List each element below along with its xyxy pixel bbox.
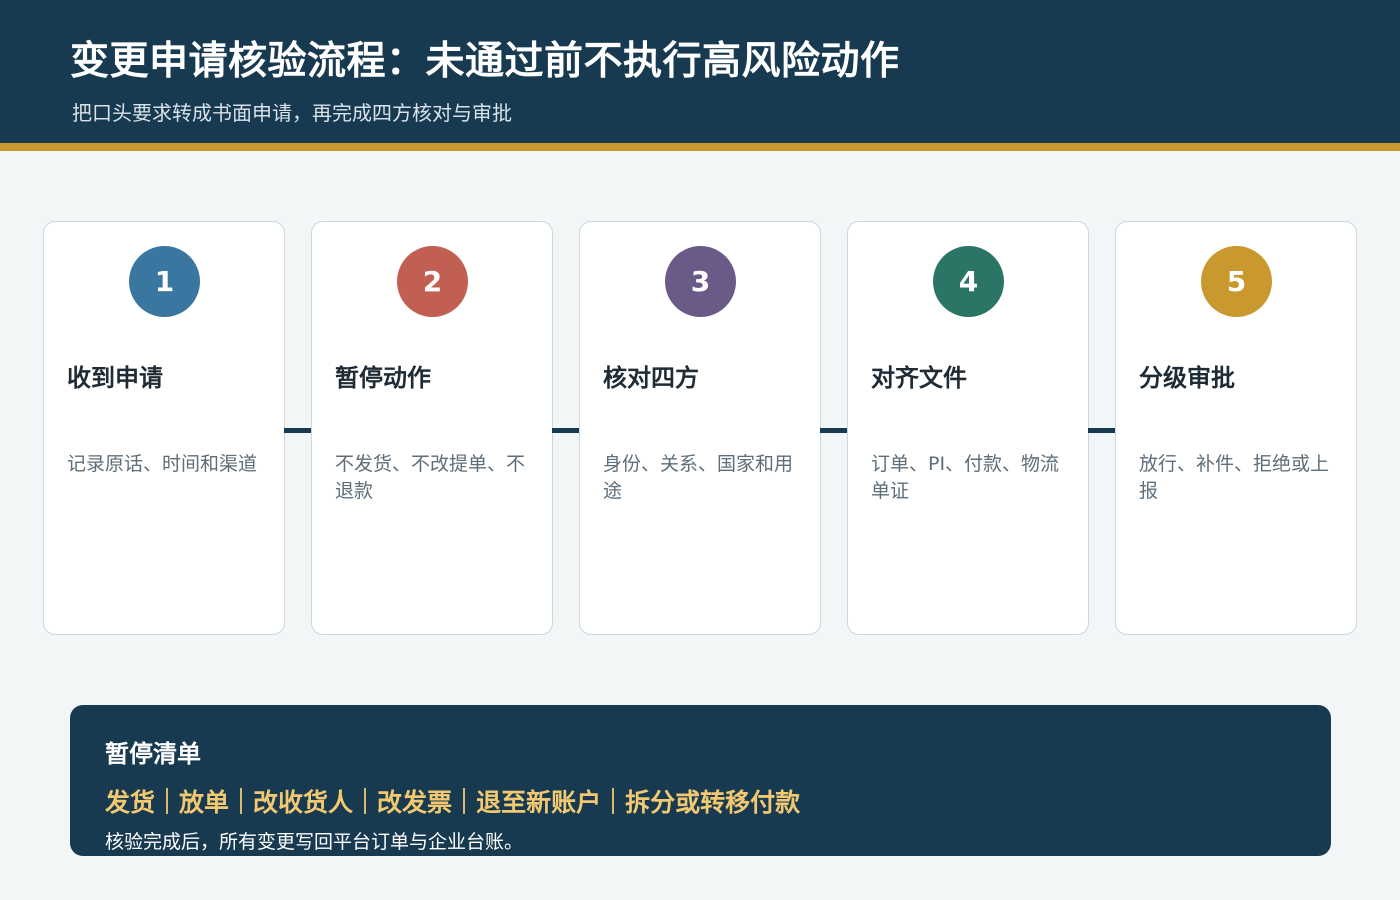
step-title: 暂停动作 <box>335 364 431 392</box>
pause-item-separator <box>364 788 367 814</box>
pause-item-separator <box>166 788 169 814</box>
header-accent-rule <box>0 143 1400 151</box>
step-card-4: 4 对齐文件 订单、PI、付款、物流单证 <box>847 221 1089 635</box>
step-title: 对齐文件 <box>871 364 967 392</box>
step-description: 记录原话、时间和渠道 <box>67 453 258 475</box>
pause-item-list: 发货 放单 改收货人 改发票 退至新账户 拆分或转移付款 <box>105 783 800 819</box>
pause-list-note: 核验完成后，所有变更写回平台订单与企业台账。 <box>105 831 524 853</box>
step-number-badge: 5 <box>1201 246 1272 317</box>
pause-item-separator <box>240 788 243 814</box>
pause-item-separator <box>463 788 466 814</box>
step-number-badge: 4 <box>933 246 1004 317</box>
step-card-1: 1 收到申请 记录原话、时间和渠道 <box>43 221 285 635</box>
step-number-badge: 2 <box>397 246 468 317</box>
pause-item: 改收货人 <box>253 788 354 817</box>
page-subtitle: 把口头要求转成书面申请，再完成四方核对与审批 <box>72 101 512 125</box>
step-connector <box>1088 428 1115 433</box>
step-card-3: 3 核对四方 身份、关系、国家和用途 <box>579 221 821 635</box>
step-number-badge: 1 <box>129 246 200 317</box>
pause-list-title: 暂停清单 <box>105 740 201 768</box>
step-title: 分级审批 <box>1139 364 1235 392</box>
pause-item: 改发票 <box>377 788 453 817</box>
pause-item-separator <box>612 788 615 814</box>
step-description: 放行、补件、拒绝或上报 <box>1139 453 1330 502</box>
step-title: 收到申请 <box>67 364 163 392</box>
step-number-badge: 3 <box>665 246 736 317</box>
pause-item: 拆分或转移付款 <box>625 788 801 817</box>
header-banner: 变更申请核验流程：未通过前不执行高风险动作 把口头要求转成书面申请，再完成四方核… <box>0 0 1400 143</box>
step-description: 不发货、不改提单、不退款 <box>335 453 526 502</box>
step-description: 身份、关系、国家和用途 <box>603 453 794 502</box>
step-connector <box>552 428 579 433</box>
pause-item: 退至新账户 <box>476 788 602 817</box>
step-card-5: 5 分级审批 放行、补件、拒绝或上报 <box>1115 221 1357 635</box>
pause-list-panel: 暂停清单 发货 放单 改收货人 改发票 退至新账户 拆分或转移付款 核验完成后，… <box>70 705 1331 856</box>
step-description: 订单、PI、付款、物流单证 <box>871 453 1060 502</box>
pause-item: 发货 <box>105 788 156 817</box>
step-title: 核对四方 <box>603 364 699 392</box>
pause-item: 放单 <box>179 788 230 817</box>
step-card-2: 2 暂停动作 不发货、不改提单、不退款 <box>311 221 553 635</box>
page-title: 变更申请核验流程：未通过前不执行高风险动作 <box>70 39 900 84</box>
step-connector <box>284 428 311 433</box>
step-connector <box>820 428 847 433</box>
